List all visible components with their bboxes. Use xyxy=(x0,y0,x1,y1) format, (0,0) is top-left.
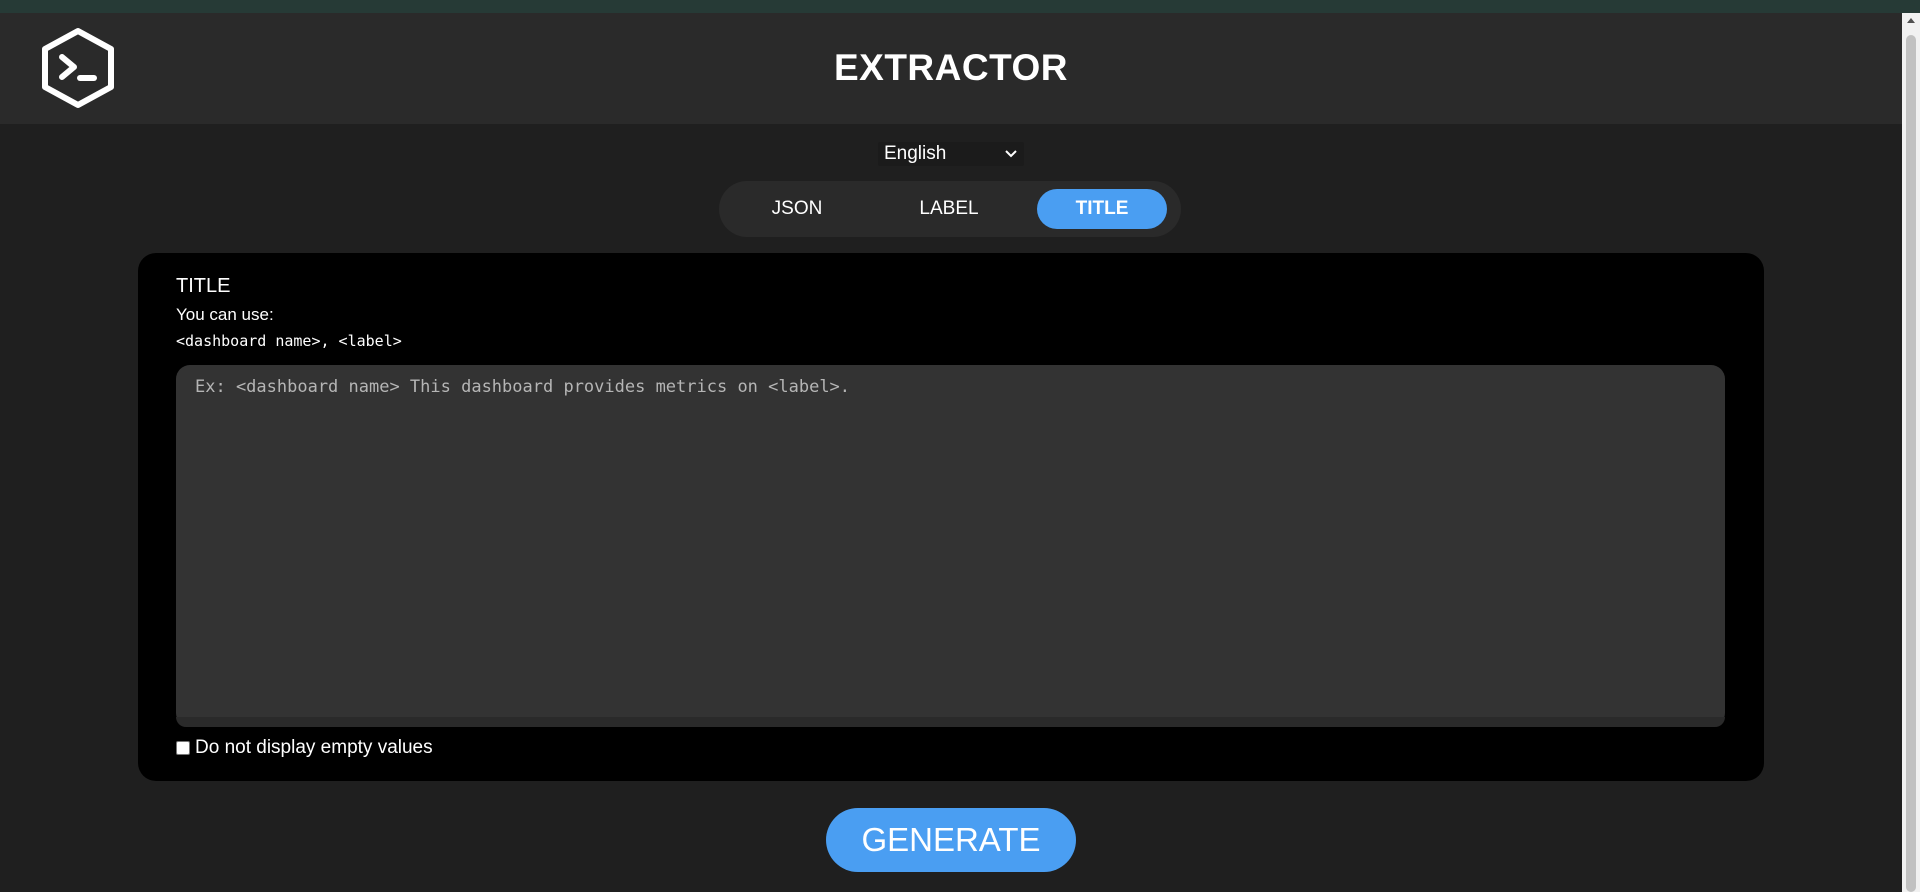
tab-json[interactable]: JSON xyxy=(732,189,862,229)
header: EXTRACTOR xyxy=(0,13,1902,124)
scroll-up-icon[interactable] xyxy=(1907,18,1915,23)
variables-list: <dashboard name>, <label> xyxy=(176,332,402,350)
empty-values-label[interactable]: Do not display empty values xyxy=(195,737,433,759)
mode-tabs: JSON LABEL TITLE xyxy=(719,181,1181,237)
tab-label[interactable]: LABEL xyxy=(884,189,1014,229)
generate-button[interactable]: GENERATE xyxy=(826,808,1076,872)
textarea-resize-strip xyxy=(176,717,1725,727)
empty-values-checkbox[interactable] xyxy=(176,741,190,755)
scroll-thumb[interactable] xyxy=(1906,35,1916,892)
language-selected-value: English xyxy=(884,143,947,164)
title-template-input[interactable] xyxy=(176,365,1725,727)
language-select[interactable]: English xyxy=(878,142,1024,166)
top-strip xyxy=(0,0,1920,13)
empty-values-option[interactable]: Do not display empty values xyxy=(176,737,433,759)
section-title: TITLE xyxy=(176,275,231,297)
title-form-card: TITLE You can use: <dashboard name>, <la… xyxy=(138,253,1764,781)
tab-title[interactable]: TITLE xyxy=(1037,189,1167,229)
page-scrollbar[interactable] xyxy=(1902,13,1920,892)
chevron-down-icon xyxy=(1005,150,1017,158)
app-title: EXTRACTOR xyxy=(833,47,1069,88)
variables-hint: You can use: xyxy=(176,305,274,324)
